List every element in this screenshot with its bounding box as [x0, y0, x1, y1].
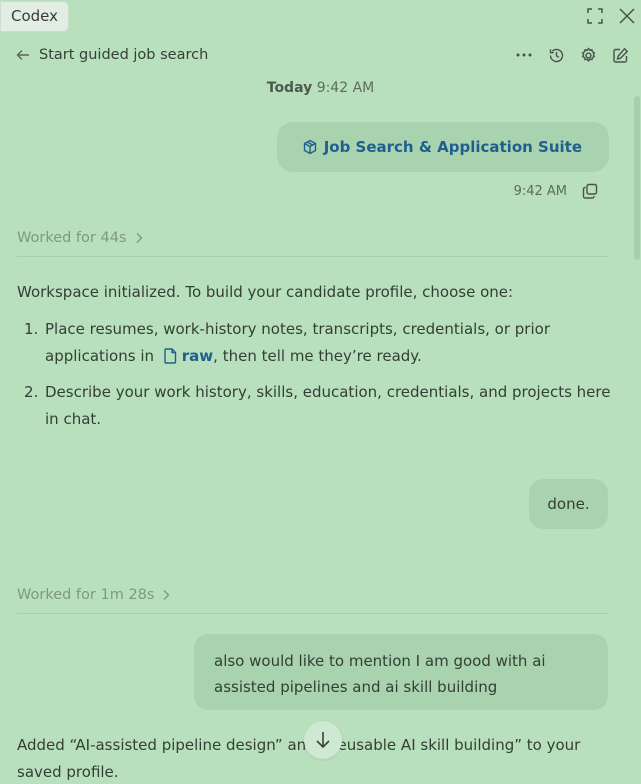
list-item: 1. Place resumes, work-history notes, tr…: [24, 316, 614, 370]
copy-icon[interactable]: [581, 182, 599, 200]
raw-folder-link-label: raw: [181, 347, 214, 365]
list-item-text: Describe your work history, skills, educ…: [45, 383, 611, 428]
expand-icon[interactable]: [585, 6, 605, 26]
compose-icon[interactable]: [611, 46, 629, 64]
scrollbar-thumb[interactable]: [634, 96, 640, 260]
user-message-2: also would like to mention I am good wit…: [194, 634, 608, 710]
message-time: 9:42 AM: [513, 183, 567, 199]
header-actions: [515, 46, 629, 64]
scroll-to-bottom-button[interactable]: [304, 721, 342, 759]
page-title: Start guided job search: [39, 47, 209, 63]
app-badge: Codex: [0, 1, 70, 32]
chat-header: Start guided job search: [14, 42, 629, 68]
option-1-text-end: , then tell me they’re ready.: [213, 347, 422, 365]
raw-folder-link[interactable]: raw: [159, 347, 213, 365]
attachment-chip-label: Job Search & Application Suite: [323, 138, 582, 156]
date-divider: Today 9:42 AM: [0, 80, 641, 96]
user-message-1: done.: [529, 479, 608, 529]
date-time: 9:42 AM: [316, 80, 375, 96]
message-meta: 9:42 AM: [514, 182, 599, 200]
back-arrow-icon[interactable]: [14, 46, 32, 64]
cube-icon: [303, 139, 316, 154]
more-icon[interactable]: [515, 46, 533, 64]
chevron-right-icon: [136, 233, 142, 243]
list-item-number: 2.: [24, 383, 39, 401]
settings-icon[interactable]: [579, 46, 597, 64]
file-icon: [164, 348, 176, 364]
worked-toggle-2[interactable]: Worked for 1m 28s: [17, 584, 608, 606]
worked-label-2: Worked for 1m 28s: [17, 587, 155, 603]
worked-toggle-1[interactable]: Worked for 44s: [17, 227, 608, 249]
close-icon[interactable]: [617, 6, 637, 26]
divider: [17, 613, 608, 614]
list-item-number: 1.: [24, 320, 39, 338]
arrow-down-icon: [316, 732, 330, 749]
date-label: Today: [266, 80, 313, 96]
options-list: 1. Place resumes, work-history notes, tr…: [24, 316, 614, 442]
divider: [17, 256, 608, 257]
history-icon[interactable]: [547, 46, 565, 64]
worked-label-1: Worked for 44s: [17, 230, 127, 246]
assistant-message-intro: Workspace initialized. To build your can…: [17, 283, 514, 301]
list-item: 2. Describe your work history, skills, e…: [24, 379, 614, 433]
list-item-text: Place resumes, work-history notes, trans…: [45, 316, 614, 370]
attachment-chip[interactable]: Job Search & Application Suite: [276, 122, 609, 172]
window-controls: [585, 6, 637, 26]
chevron-right-icon: [163, 590, 170, 600]
